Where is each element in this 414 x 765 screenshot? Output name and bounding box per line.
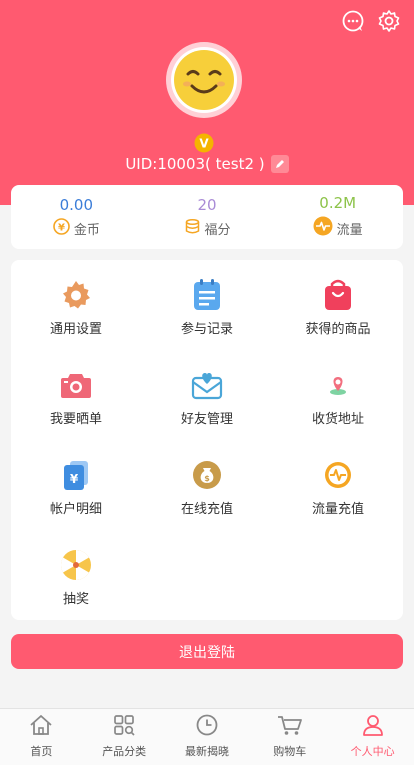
traffic-pulse-icon (321, 458, 355, 492)
user-icon (362, 714, 384, 740)
tab-cart[interactable]: 购物车 (248, 709, 331, 765)
tab-home[interactable]: 首页 (0, 709, 83, 765)
stat-label: 流量 (336, 222, 363, 238)
tab-label: 购物车 (273, 745, 307, 758)
prize-wheel-icon (59, 548, 93, 582)
tab-label: 最新揭晓 (184, 745, 229, 758)
stat-traffic[interactable]: 0.2M 流量 (272, 185, 403, 249)
shopping-bag-icon (321, 278, 355, 312)
menu-label: 流量充值 (311, 502, 364, 517)
pulse-icon (313, 216, 333, 240)
tab-latest-results[interactable]: 最新揭晓 (166, 709, 249, 765)
money-bag-icon: $ (190, 458, 224, 492)
account-stats: 0.00 ¥ 金币 20 福分 0.2M 流量 (11, 185, 403, 249)
stat-value: 0.2M (319, 194, 357, 212)
tab-label: 产品分类 (102, 745, 147, 758)
bottom-tab-bar: 首页 产品分类 最新揭晓 购物车 个人中心 (0, 708, 414, 765)
coin-stack-icon (184, 218, 201, 239)
menu-label: 我要晒单 (49, 412, 102, 427)
profile-header: V UID:10003( test2 ) (0, 0, 414, 205)
wallet-card-icon: ¥ (59, 458, 93, 492)
menu-item-traffic-recharge[interactable]: 流量充值 (273, 440, 403, 520)
category-grid-icon (113, 714, 135, 740)
tab-categories[interactable]: 产品分类 (83, 709, 166, 765)
heart-envelope-icon (190, 368, 224, 402)
menu-item-shipping-address[interactable]: 收货地址 (273, 350, 403, 430)
location-pin-icon (321, 368, 355, 402)
clipboard-list-icon (190, 278, 224, 312)
chat-bubble-icon[interactable] (340, 8, 366, 34)
svg-text:$: $ (204, 474, 210, 483)
clock-icon (196, 714, 218, 740)
menu-label: 好友管理 (180, 412, 233, 427)
edit-icon[interactable] (270, 155, 289, 173)
svg-text:¥: ¥ (58, 222, 65, 233)
menu-label: 帐户明细 (49, 502, 102, 517)
menu-label: 通用设置 (49, 322, 102, 337)
tab-label: 个人中心 (350, 745, 395, 758)
tab-label: 首页 (30, 745, 53, 758)
menu-item-lottery[interactable]: 抽奖 (11, 530, 141, 610)
logout-button[interactable]: 退出登陆 (11, 634, 403, 669)
tab-personal-center[interactable]: 个人中心 (331, 709, 414, 765)
menu-item-friend-management[interactable]: 好友管理 (142, 350, 272, 430)
svg-text:V: V (199, 137, 209, 151)
stat-value: 0.00 (59, 195, 94, 214)
camera-icon (59, 368, 93, 402)
menu-label: 获得的商品 (305, 322, 371, 337)
gear-icon[interactable] (376, 8, 402, 34)
stat-label: 福分 (204, 222, 231, 238)
uid-text: UID:10003( test2 ) (125, 155, 265, 173)
menu-item-participation-records[interactable]: 参与记录 (142, 260, 272, 340)
menu-item-post-review[interactable]: 我要晒单 (11, 350, 141, 430)
stat-coins[interactable]: 0.00 ¥ 金币 (11, 185, 142, 249)
menu-item-obtained-goods[interactable]: 获得的商品 (273, 260, 403, 340)
yen-coin-icon: ¥ (53, 217, 70, 239)
home-icon (29, 714, 53, 740)
stat-value: 20 (197, 195, 217, 214)
menu-label: 抽奖 (62, 592, 89, 607)
stat-label: 金币 (73, 222, 100, 238)
cart-icon (277, 714, 303, 740)
menu-label: 在线充值 (180, 502, 233, 517)
stat-fortune[interactable]: 20 福分 (142, 185, 273, 249)
menu-item-account-details[interactable]: ¥ 帐户明细 (11, 440, 141, 520)
menu-label: 收货地址 (311, 412, 364, 427)
vip-badge-icon: V (194, 133, 214, 153)
function-menu: 通用设置 参与记录 获得的商品 我要晒单 好友管理 收货地址 ¥ 帐户明细 $ … (11, 260, 403, 620)
menu-item-online-recharge[interactable]: $ 在线充值 (142, 440, 272, 520)
uid-row: UID:10003( test2 ) (0, 155, 414, 173)
menu-label: 参与记录 (180, 322, 233, 337)
smiley-avatar-icon (171, 47, 237, 113)
menu-item-general-settings[interactable]: 通用设置 (11, 260, 141, 340)
svg-text:¥: ¥ (70, 472, 79, 486)
settings-gear-icon (59, 278, 93, 312)
avatar[interactable] (166, 42, 242, 118)
